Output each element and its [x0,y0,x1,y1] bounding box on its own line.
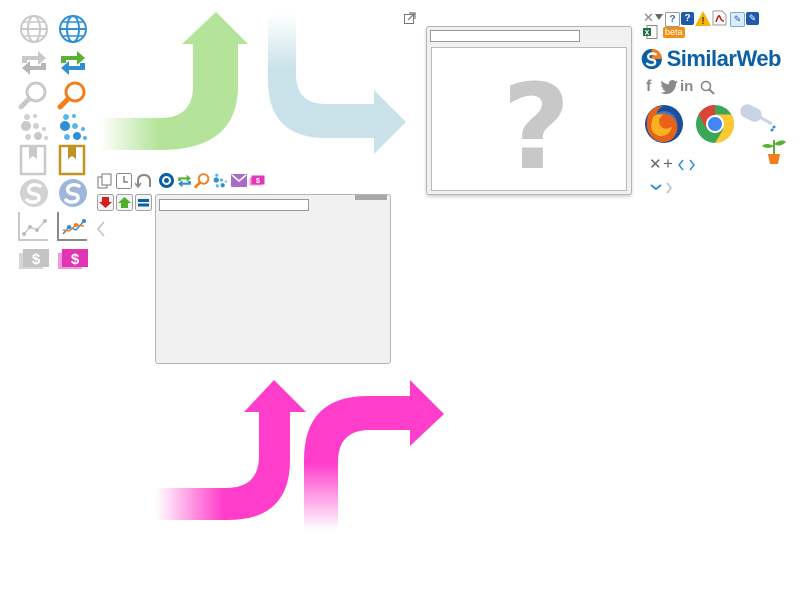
swap-arrows-small-icon[interactable] [176,172,193,189]
svg-text:$: $ [71,251,80,268]
help-filled-icon[interactable]: ? [681,12,694,25]
preview-url-bar[interactable] [159,199,309,211]
dollar-gray-icon: $ [19,249,49,269]
email-icon[interactable] [231,174,247,187]
chevron-down-icon[interactable] [650,183,662,191]
dollar-small-icon[interactable]: $ [249,173,265,189]
close-x-icon[interactable]: ✕ [643,11,654,24]
pink-curved-arrow-left [156,380,306,520]
edit-filled-icon[interactable]: ✎ [746,12,759,25]
green-curved-arrow [100,12,248,150]
search-color-icon [57,81,86,110]
pdf-icon[interactable] [712,10,727,26]
search-gray-icon [18,81,47,110]
firefox-icon[interactable] [643,103,685,145]
twitter-icon[interactable] [661,80,678,94]
watering-can-plant-icon [740,104,786,164]
rank-up-icon[interactable] [116,194,133,211]
preview-placeholder: ? [431,47,627,191]
similarweb-color-icon [59,179,87,207]
preview-window-small [155,194,391,364]
swap-arrows-color-icon [61,51,85,75]
bubbles-small-icon[interactable] [212,172,229,189]
warning-icon[interactable]: ! [695,11,711,26]
help-outline-icon[interactable]: ? [665,12,680,27]
search-magnifier-icon[interactable] [700,80,715,95]
bookmark-gray-icon [19,144,47,176]
edit-outline-icon[interactable]: ✎ [730,12,745,27]
copy-icon[interactable] [97,173,113,189]
similarweb-logo: SimilarWeb [641,44,782,74]
svg-text:$: $ [32,251,41,268]
swap-arrows-gray-icon [22,51,46,75]
beta-badge: beta [663,27,685,38]
similarweb-logo-icon [641,48,662,70]
globe-gray-icon [20,15,48,43]
linkedin-icon[interactable]: in [680,78,693,96]
chevron-left-icon[interactable] [677,159,685,171]
pink-curved-arrow-right [304,380,444,530]
undo-arc-icon[interactable] [135,173,153,189]
globe-color-icon [59,15,87,43]
preview-window-large: ? [426,26,632,195]
clock-icon[interactable] [116,173,132,189]
dollar-color-icon: $ [58,249,88,269]
target-icon[interactable] [158,172,175,189]
line-chart-gray-icon [18,212,48,241]
dropdown-arrow-icon[interactable] [655,14,663,20]
similarweb-gray-icon [20,179,48,207]
svg-text:!: ! [701,16,704,26]
rank-down-icon[interactable] [97,194,114,211]
chevron-right-gray-icon[interactable] [665,182,673,194]
excel-icon[interactable]: X [643,25,658,39]
bookmark-color-icon [58,144,86,176]
preview-url-bar-large[interactable] [430,30,580,42]
popout-icon[interactable] [404,12,416,24]
question-mark: ? [502,58,571,196]
svg-text:X: X [645,30,650,37]
rank-equal-icon[interactable] [135,194,152,211]
bubbles-color-icon [60,114,87,140]
brand-name: SimilarWeb [666,46,782,71]
chrome-icon[interactable] [694,103,736,145]
facebook-icon[interactable]: f [646,78,651,96]
blue-curved-arrow [268,14,406,154]
add-icon[interactable]: + [663,155,673,173]
bubbles-gray-icon [21,114,48,140]
search-small-icon[interactable] [194,172,211,189]
close-icon[interactable]: ✕ [649,157,662,173]
line-chart-color-icon [57,212,87,241]
chevron-right-icon[interactable] [688,159,696,171]
window-grip[interactable] [355,195,387,200]
chevron-left-gray-icon[interactable] [96,221,106,237]
